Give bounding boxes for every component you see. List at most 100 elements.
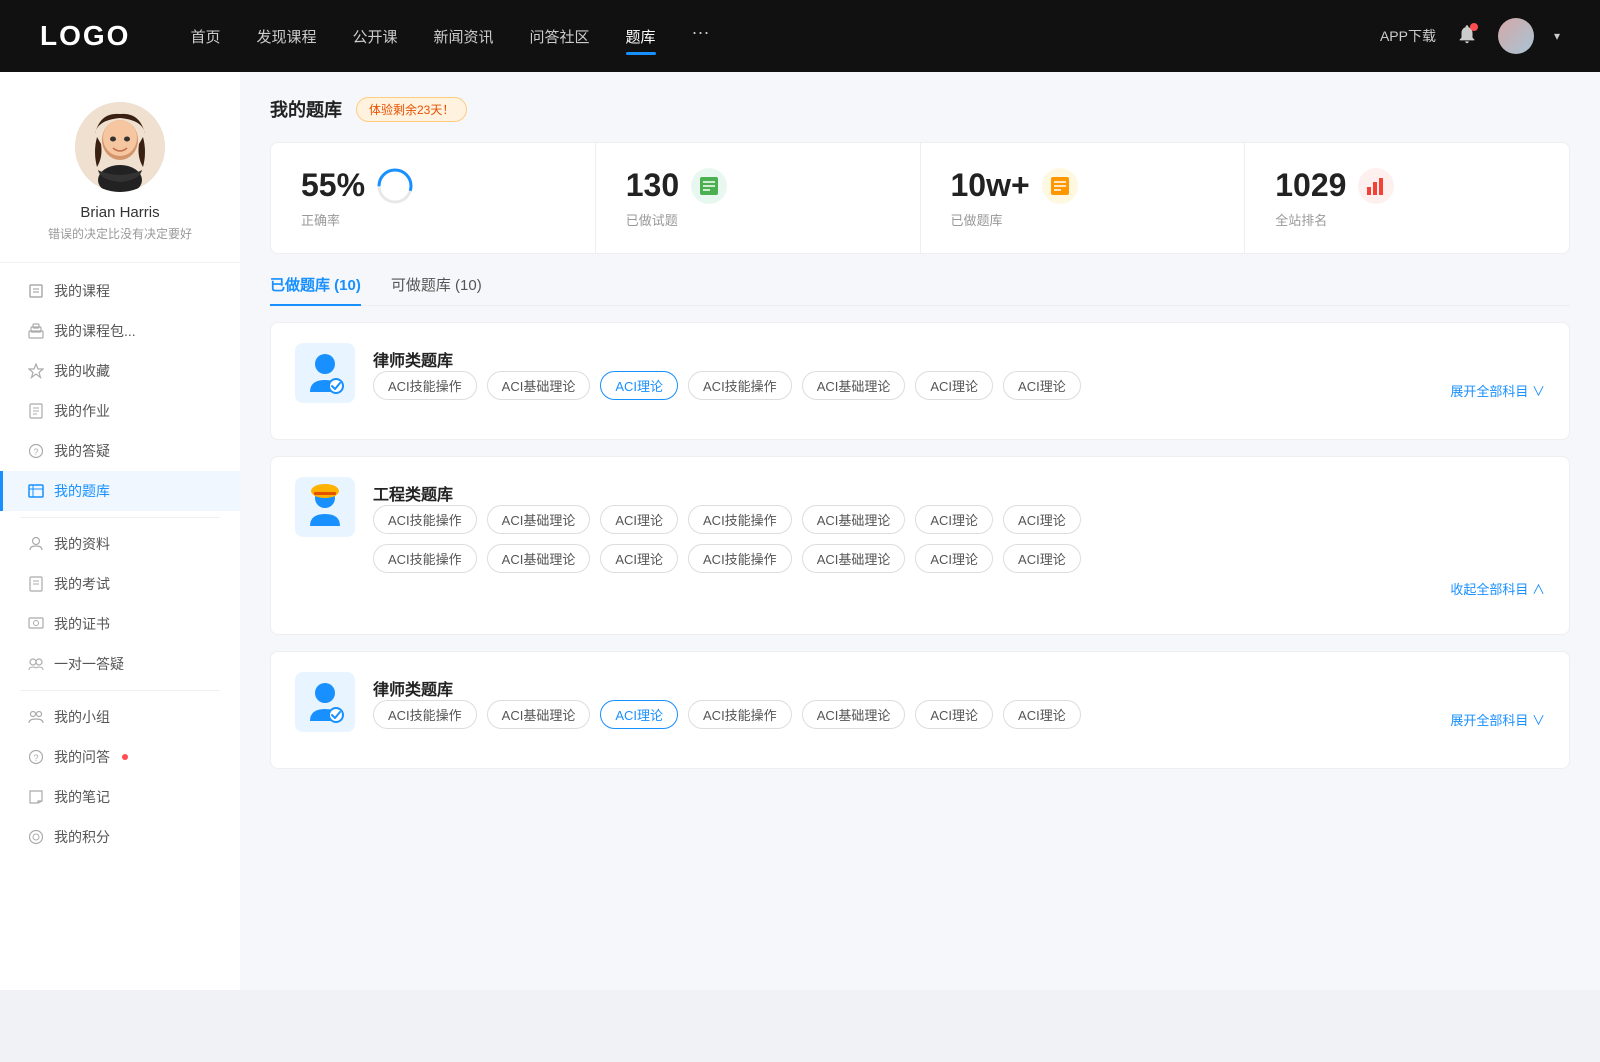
qbank-card-2-tags-line-2: ACI技能操作 ACI基础理论 ACI理论 ACI技能操作 ACI基础理论 AC… — [373, 544, 1545, 573]
my-questions-icon: ? — [28, 443, 44, 459]
bar-red-icon — [1365, 175, 1387, 197]
tag-2-2[interactable]: ACI基础理论 — [487, 505, 591, 534]
tag-3-4[interactable]: ACI技能操作 — [688, 700, 792, 729]
tab-available-banks[interactable]: 可做题库 (10) — [391, 274, 482, 305]
my-exam-icon — [28, 576, 44, 592]
tag-2-4[interactable]: ACI技能操作 — [688, 505, 792, 534]
tag-3-7[interactable]: ACI理论 — [1003, 700, 1081, 729]
tag-1-4[interactable]: ACI技能操作 — [688, 371, 792, 400]
tag-2-11[interactable]: ACI技能操作 — [688, 544, 792, 573]
sidebar-item-my-answers[interactable]: ? 我的问答 — [0, 737, 240, 777]
nav-more[interactable]: ··· — [692, 22, 710, 51]
tag-2-12[interactable]: ACI基础理论 — [802, 544, 906, 573]
sidebar-item-my-homework[interactable]: 我的作业 — [0, 391, 240, 431]
stat-questions-value: 130 — [626, 167, 679, 204]
sidebar-item-my-notes[interactable]: 我的笔记 — [0, 777, 240, 817]
tag-1-3[interactable]: ACI理论 — [600, 371, 678, 400]
my-group-icon — [28, 709, 44, 725]
qbank-card-3-header: 律师类题库 ACI技能操作 ACI基础理论 ACI理论 ACI技能操作 ACI基… — [295, 672, 1545, 732]
sidebar-item-my-exam[interactable]: 我的考试 — [0, 564, 240, 604]
svg-text:?: ? — [33, 753, 38, 763]
sidebar-item-my-package[interactable]: 我的课程包... — [0, 311, 240, 351]
my-homework-icon — [28, 403, 44, 419]
qbank-card-2: 工程类题库 ACI技能操作 ACI基础理论 ACI理论 ACI技能操作 ACI基… — [270, 456, 1570, 635]
sidebar-item-my-favorites-label: 我的收藏 — [54, 361, 110, 381]
tag-2-6[interactable]: ACI理论 — [915, 505, 993, 534]
sidebar-avatar — [75, 102, 165, 192]
stat-questions-label: 已做试题 — [626, 210, 890, 229]
tag-1-6[interactable]: ACI理论 — [915, 371, 993, 400]
nav-home[interactable]: 首页 — [190, 22, 220, 51]
sidebar-item-my-course[interactable]: 我的课程 — [0, 271, 240, 311]
topnav-right: APP下载 ▾ — [1380, 18, 1560, 54]
stat-rank-value: 1029 — [1275, 167, 1346, 204]
sidebar-item-my-cert[interactable]: 我的证书 — [0, 604, 240, 644]
stat-questions: 130 已做试题 — [596, 143, 921, 253]
tag-1-5[interactable]: ACI基础理论 — [802, 371, 906, 400]
tag-2-14[interactable]: ACI理论 — [1003, 544, 1081, 573]
sidebar-item-my-cert-label: 我的证书 — [54, 614, 110, 634]
qbank-card-2-collapse[interactable]: 收起全部科目 ∧ — [373, 579, 1545, 598]
my-cert-icon — [28, 616, 44, 632]
nav-open-course[interactable]: 公开课 — [352, 22, 397, 51]
sidebar-item-my-homework-label: 我的作业 — [54, 401, 110, 421]
tag-3-1[interactable]: ACI技能操作 — [373, 700, 477, 729]
sidebar-item-my-favorites[interactable]: 我的收藏 — [0, 351, 240, 391]
qbank-card-3-tags: ACI技能操作 ACI基础理论 ACI理论 ACI技能操作 ACI基础理论 AC… — [373, 700, 1545, 729]
stat-rank-row: 1029 — [1275, 167, 1539, 204]
tag-2-7[interactable]: ACI理论 — [1003, 505, 1081, 534]
tag-2-9[interactable]: ACI基础理论 — [487, 544, 591, 573]
sidebar-item-one-on-one[interactable]: 一对一答疑 — [0, 644, 240, 684]
qbank-card-3-title: 律师类题库 — [373, 672, 1545, 700]
nav-discover[interactable]: 发现课程 — [256, 22, 316, 51]
qbank-card-1-expand[interactable]: 展开全部科目 ∨ — [1450, 381, 1545, 400]
qbank-card-3-expand[interactable]: 展开全部科目 ∨ — [1450, 710, 1545, 729]
tag-1-1[interactable]: ACI技能操作 — [373, 371, 477, 400]
tag-3-2[interactable]: ACI基础理论 — [487, 700, 591, 729]
one-on-one-icon — [28, 656, 44, 672]
nav-news[interactable]: 新闻资讯 — [434, 22, 494, 51]
tag-2-3[interactable]: ACI理论 — [600, 505, 678, 534]
app-download-link[interactable]: APP下载 — [1380, 26, 1436, 46]
my-notes-icon — [28, 789, 44, 805]
qbank-card-1-tags: ACI技能操作 ACI基础理论 ACI理论 ACI技能操作 ACI基础理论 AC… — [373, 371, 1545, 400]
qbank-card-1: 律师类题库 ACI技能操作 ACI基础理论 ACI理论 ACI技能操作 ACI基… — [270, 322, 1570, 440]
sidebar-item-my-course-label: 我的课程 — [54, 281, 110, 301]
nav-qbank[interactable]: 题库 — [626, 22, 656, 51]
user-avatar[interactable] — [1498, 18, 1534, 54]
tag-3-6[interactable]: ACI理论 — [915, 700, 993, 729]
notification-dot — [1470, 23, 1478, 31]
tag-3-5[interactable]: ACI基础理论 — [802, 700, 906, 729]
my-qbank-icon — [28, 483, 44, 499]
tab-done-banks[interactable]: 已做题库 (10) — [270, 274, 361, 305]
engineer-icon — [300, 482, 350, 532]
qbank-card-2-icon — [295, 477, 355, 537]
tag-2-8[interactable]: ACI技能操作 — [373, 544, 477, 573]
stat-accuracy-value: 55% — [301, 167, 365, 204]
tag-2-5[interactable]: ACI基础理论 — [802, 505, 906, 534]
sidebar: Brian Harris 错误的决定比没有决定要好 我的课程 我的课程包... … — [0, 72, 240, 990]
nav-qa[interactable]: 问答社区 — [530, 22, 590, 51]
stat-rank-label: 全站排名 — [1275, 210, 1539, 229]
sidebar-item-my-points[interactable]: 我的积分 — [0, 817, 240, 857]
tag-2-1[interactable]: ACI技能操作 — [373, 505, 477, 534]
sidebar-item-my-qa[interactable]: ? 我的答疑 — [0, 431, 240, 471]
user-dropdown-arrow[interactable]: ▾ — [1554, 29, 1560, 43]
stat-accuracy-label: 正确率 — [301, 210, 565, 229]
notification-bell[interactable] — [1456, 23, 1478, 50]
sidebar-item-my-profile[interactable]: 我的资料 — [0, 524, 240, 564]
tag-2-13[interactable]: ACI理论 — [915, 544, 993, 573]
trial-badge: 体验剩余23天！ — [356, 97, 467, 122]
sidebar-item-my-exam-label: 我的考试 — [54, 574, 110, 594]
tag-1-2[interactable]: ACI基础理论 — [487, 371, 591, 400]
tag-1-7[interactable]: ACI理论 — [1003, 371, 1081, 400]
avatar-svg — [75, 102, 165, 192]
tag-2-10[interactable]: ACI理论 — [600, 544, 678, 573]
sidebar-item-my-group[interactable]: 我的小组 — [0, 697, 240, 737]
sidebar-item-my-qbank-label: 我的题库 — [54, 481, 110, 501]
sidebar-item-my-qbank[interactable]: 我的题库 — [0, 471, 240, 511]
banks-icon — [1042, 168, 1078, 204]
questions-icon — [691, 168, 727, 204]
sidebar-nav: 我的课程 我的课程包... 我的收藏 我的作业 ? 我的答疑 — [0, 271, 240, 857]
tag-3-3[interactable]: ACI理论 — [600, 700, 678, 729]
